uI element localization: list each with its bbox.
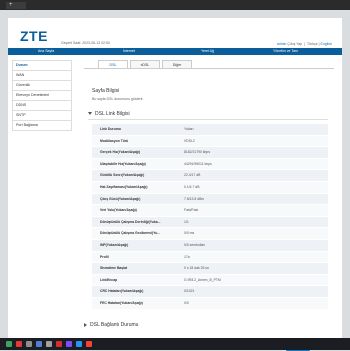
row-label: Modülasyon Türü bbox=[100, 138, 129, 143]
table-row: Çıkış Gücü(Yukarı/Aşağı) 7.8/13.8 dBm bbox=[92, 193, 328, 206]
table-row: LinkEncap G.993.2_Annex_B_PTM bbox=[92, 274, 328, 287]
table-row: FEC Hataları(Yukarı/Aşağı) 0/0 bbox=[92, 297, 328, 310]
app-icon[interactable] bbox=[36, 341, 42, 347]
table-row: CRC Hataları(Yukarı/Aşağı) 0/1021 bbox=[92, 286, 328, 298]
sidebar-item-port-binding[interactable]: Port Bağlama bbox=[12, 120, 72, 131]
nav-internet[interactable]: İnternet bbox=[123, 48, 135, 55]
row-label: Dönüştürülü Çalışma Gecikmesi(Yu... bbox=[100, 231, 161, 236]
row-label: INP(Yukarı/Aşağı) bbox=[100, 242, 129, 247]
row-value: 0.1/4.7 dB bbox=[184, 184, 200, 189]
row-label: LinkEncap bbox=[100, 277, 118, 282]
table-row: INP(Yukarı/Aşağı) 0/0 sembolları bbox=[92, 239, 328, 252]
app-icon[interactable] bbox=[86, 341, 92, 347]
row-value: G.993.2_Annex_B_PTM bbox=[184, 277, 221, 282]
table-row: Gerçek Hız(Yukarı/Aşağı) 8182/21790 kbps bbox=[92, 147, 328, 159]
table-row: Ulaşılabilir Hız(Yukarı/Aşağı) 44291/9501… bbox=[92, 158, 328, 171]
lang-english[interactable]: English bbox=[321, 42, 332, 46]
chevron-down-icon bbox=[88, 112, 92, 116]
sidebar-item-ddns[interactable]: DDNS bbox=[12, 100, 72, 110]
row-value: 44291/95011 kbps bbox=[184, 161, 212, 166]
sidebar-item-sntp[interactable]: SNTP bbox=[12, 110, 72, 120]
taskbar bbox=[0, 338, 350, 350]
row-label: CRC Hataları(Yukarı/Aşağı) bbox=[100, 289, 144, 294]
row-label: Gerçek Hız(Yukarı/Aşağı) bbox=[100, 150, 141, 155]
dsl-connection-section-toggle[interactable]: DSL Bağlantı Durumu bbox=[84, 322, 138, 328]
main-nav: Ana Sayfa İnternet Yerel Ağ Yönetim ve T… bbox=[8, 48, 342, 55]
app-icon[interactable] bbox=[56, 341, 62, 347]
row-value: 22.4/17 dB bbox=[184, 173, 201, 178]
sidebar-item-wan[interactable]: WAN bbox=[12, 70, 72, 80]
router-page: ZTE Geçerli Saat: 2023-06-13 02:53 admin… bbox=[8, 18, 342, 351]
row-value: 0 s 18 dak 25 sn bbox=[184, 266, 209, 271]
lang-turkish[interactable]: Türkçe bbox=[307, 42, 318, 46]
table-row: Showtime Başlat 0 s 18 dak 25 sn bbox=[92, 263, 328, 275]
row-value: 0/0 ms bbox=[184, 231, 195, 236]
app-icon[interactable] bbox=[26, 341, 32, 347]
sidebar-item-parental[interactable]: Ebeveyn Denetimleri bbox=[12, 90, 72, 100]
chevron-right-icon bbox=[84, 322, 87, 327]
row-value: 0/0 bbox=[184, 300, 189, 305]
sidebar-item-status[interactable]: Durum bbox=[12, 60, 72, 70]
header-links: admin Çıkış Yap | Türkçe | English bbox=[276, 42, 332, 46]
row-label: Link Durumu bbox=[100, 127, 121, 131]
nav-management[interactable]: Yönetim ve Tanı bbox=[273, 48, 298, 55]
row-label: Profil bbox=[100, 254, 109, 259]
row-value: 1/1 bbox=[184, 219, 189, 224]
row-value: 7.8/13.8 dBm bbox=[184, 196, 205, 201]
table-row: Veri Yolu(Yukarı/Aşağı) Fast/Fast bbox=[92, 205, 328, 217]
tab-divider bbox=[84, 68, 334, 69]
row-value: 17a bbox=[184, 254, 190, 259]
row-value: 0/1021 bbox=[184, 289, 195, 294]
section-divider bbox=[88, 119, 328, 120]
page-description: Bu sayfa DSL durumunu gösterir. bbox=[92, 97, 144, 101]
row-label: Dönüştürülü Çalışma Derinliği(Yuka... bbox=[100, 219, 161, 224]
table-row: Gürültü Sınırı(Yukarı/Aşağı) 22.4/17 dB bbox=[92, 170, 328, 182]
sidebar-item-security[interactable]: Güvenlik bbox=[12, 80, 72, 90]
dsl-link-section-title: DSL Link Bilgisi bbox=[95, 111, 130, 117]
dsl-link-section-toggle[interactable]: DSL Link Bilgisi bbox=[88, 111, 130, 117]
page-title: Sayfa Bilgisi bbox=[92, 88, 120, 94]
table-row: Dönüştürülü Çalışma Derinliği(Yuka... 1/1 bbox=[92, 216, 328, 229]
row-label: FEC Hataları(Yukarı/Aşağı) bbox=[100, 300, 143, 305]
user-link[interactable]: admin bbox=[277, 42, 287, 46]
row-label: Showtime Başlat bbox=[100, 266, 128, 271]
table-row: Profil 17a bbox=[92, 251, 328, 264]
row-value: 0/0 sembolları bbox=[184, 242, 206, 247]
app-icon[interactable] bbox=[16, 341, 22, 347]
table-row: Modülasyon Türü VDSL2 bbox=[92, 135, 328, 148]
dsl-connection-section-title: DSL Bağlantı Durumu bbox=[90, 322, 139, 328]
new-tab-button[interactable]: + bbox=[6, 2, 26, 9]
table-row: Link Durumu Yukarı bbox=[92, 124, 328, 136]
row-value: Fast/Fast bbox=[184, 208, 199, 213]
nav-home[interactable]: Ana Sayfa bbox=[38, 48, 54, 55]
row-value: Yukarı bbox=[184, 127, 194, 131]
app-icon[interactable] bbox=[66, 341, 72, 347]
row-value: VDSL2 bbox=[184, 138, 195, 143]
nav-local-network[interactable]: Yerel Ağ bbox=[201, 48, 214, 55]
table-row: Hat Zayıflaması(Yukarı/Aşağı) 0.1/4.7 dB bbox=[92, 181, 328, 194]
browser-tab-bar: + bbox=[0, 0, 350, 10]
row-label: Ulaşılabilir Hız(Yukarı/Aşağı) bbox=[100, 161, 146, 166]
table-row: Dönüştürülü Çalışma Gecikmesi(Yu... 0/0 m… bbox=[92, 228, 328, 240]
row-label: Çıkış Gücü(Yukarı/Aşağı) bbox=[100, 196, 141, 201]
logout-link[interactable]: Çıkış Yap bbox=[287, 42, 302, 46]
header: ZTE Geçerli Saat: 2023-06-13 02:53 admin… bbox=[8, 18, 342, 46]
app-icon[interactable] bbox=[46, 341, 52, 347]
row-label: Hat Zayıflaması(Yukarı/Aşağı) bbox=[100, 184, 148, 189]
dsl-info-table: Link Durumu Yukarı Modülasyon Türü VDSL2 Ger… bbox=[92, 124, 328, 310]
app-icon[interactable] bbox=[76, 341, 82, 347]
row-label: Veri Yolu(Yukarı/Aşağı) bbox=[100, 208, 137, 213]
row-label: Gürültü Sınırı(Yukarı/Aşağı) bbox=[100, 173, 145, 178]
app-icon[interactable] bbox=[6, 341, 12, 347]
system-time: Geçerli Saat: 2023-06-13 02:53 bbox=[61, 41, 110, 45]
zte-logo: ZTE bbox=[20, 28, 48, 44]
sidebar: Durum WAN Güvenlik Ebeveyn Denetimleri D… bbox=[12, 60, 72, 131]
row-value: 8182/21790 kbps bbox=[184, 150, 211, 155]
